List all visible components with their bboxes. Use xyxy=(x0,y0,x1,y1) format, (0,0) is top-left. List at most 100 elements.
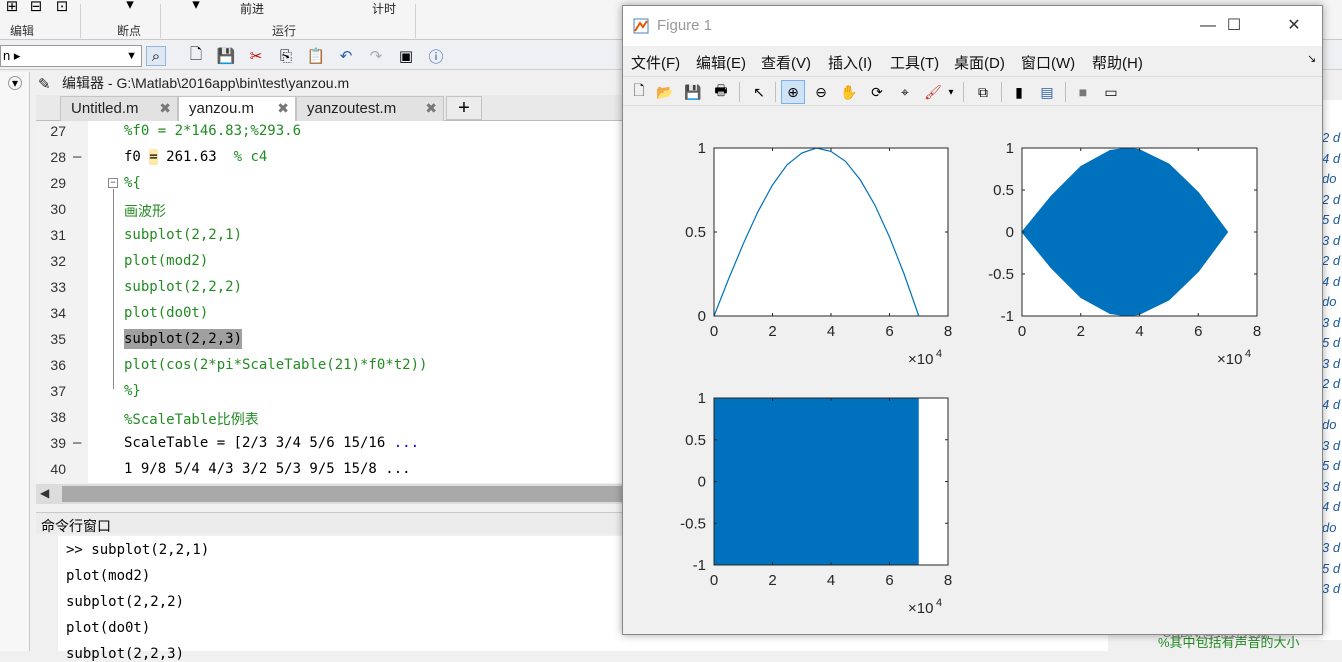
figure-window: Figure 1 — ☐ ✕ 文件(F) 编辑(E) 查看(V) 插入(I) 工… xyxy=(622,5,1323,635)
y-tick-label: 1 xyxy=(698,140,706,157)
pan-hand-icon[interactable]: ✋ xyxy=(837,80,861,104)
save-figure-icon[interactable]: 💾 xyxy=(681,80,705,104)
x-tick-label: 0 xyxy=(710,323,718,340)
redo-icon[interactable]: ↷ xyxy=(366,46,386,66)
tab-label: yanzou.m xyxy=(189,100,255,117)
save-icon[interactable]: 💾 xyxy=(216,46,236,66)
colorbar-icon[interactable]: ▮ xyxy=(1007,80,1031,104)
run-dropdown-icon[interactable]: ▾ xyxy=(186,0,206,14)
code-line: ScaleTable = [2/3 3/4 5/6 15/16 ... xyxy=(124,435,419,451)
menu-help[interactable]: 帮助(H) xyxy=(1092,52,1143,73)
copy-icon[interactable]: ⎘ xyxy=(276,46,296,66)
indent-icon[interactable]: ⊟ xyxy=(26,0,46,16)
doc-line: do xyxy=(1322,171,1337,186)
ribbon-group-edit: 编辑 xyxy=(10,24,35,38)
hide-plot-tools-icon[interactable]: ■ xyxy=(1071,80,1095,104)
code-line: 1 9/8 5/4 4/3 3/2 5/3 9/5 15/8 ... xyxy=(124,461,411,477)
tab-yanzoutest[interactable]: yanzoutest.m ✖ xyxy=(296,96,444,121)
brush-icon[interactable]: 🖌 xyxy=(921,80,945,104)
breakpoints-dropdown-icon[interactable]: ▾ xyxy=(120,0,140,14)
paste-icon[interactable]: 📋 xyxy=(306,46,326,66)
menu-view[interactable]: 查看(V) xyxy=(761,52,811,73)
undo-icon[interactable]: ↶ xyxy=(336,46,356,66)
search-icon[interactable]: ⌕ xyxy=(146,46,166,66)
doc-line: 4 d xyxy=(1322,499,1341,514)
open-file-icon[interactable]: 📂 xyxy=(653,80,677,104)
x-exponent-power: 4 xyxy=(936,597,942,609)
help-icon[interactable]: ⓘ xyxy=(426,46,446,66)
show-plot-tools-icon[interactable]: ▭ xyxy=(1099,80,1123,104)
menu-edit[interactable]: 编辑(E) xyxy=(696,52,746,73)
y-tick-label: -1 xyxy=(1001,308,1014,325)
x-exponent-label: ×10 xyxy=(1217,351,1242,368)
code-text: ScaleTable = [2/3 3/4 5/6 15/16 xyxy=(124,435,394,451)
zoom-out-icon[interactable]: ⊖ xyxy=(809,80,833,104)
new-script-icon[interactable]: 🗋 xyxy=(186,46,206,66)
code-line: plot(do0t) xyxy=(124,305,209,321)
print-icon[interactable]: 🖶 xyxy=(709,80,733,104)
switch-windows-icon[interactable]: ▣ xyxy=(396,46,416,66)
data-cursor-icon[interactable]: ⌖ xyxy=(893,80,917,104)
command-line: >> subplot(2,2,1) xyxy=(66,542,210,558)
legend-icon[interactable]: ▤ xyxy=(1035,80,1059,104)
chevron-down-icon[interactable]: ▼ xyxy=(126,46,137,66)
edit-plot-arrow-icon[interactable]: ↖ xyxy=(747,80,771,104)
series-area xyxy=(714,398,919,565)
breakpoint-marker[interactable]: — xyxy=(73,435,81,451)
code-continuation: ... xyxy=(393,435,420,451)
close-icon[interactable]: ✖ xyxy=(159,100,171,117)
subplots-canvas[interactable]: 0 2 4 6 8×10 400.510 2 4 6 8×10 4-1-0.500.510 2 4 6 8×… xyxy=(623,108,1322,634)
zoom-in-icon[interactable]: ⊕ xyxy=(781,80,805,104)
doc-line: 3 d xyxy=(1322,355,1341,371)
fold-toggle-icon[interactable]: − xyxy=(108,178,118,188)
comment-icon[interactable]: ⊡ xyxy=(52,0,72,16)
x-tick-label: 2 xyxy=(768,323,776,340)
ribbon-separator xyxy=(160,4,161,38)
doc-line: 3 d xyxy=(1322,314,1341,330)
add-tab-button[interactable]: + xyxy=(446,96,482,120)
new-figure-icon[interactable]: 🗋 xyxy=(627,80,651,104)
menu-tools[interactable]: 工具(T) xyxy=(890,52,939,73)
forward-button[interactable]: 前进 xyxy=(240,0,264,17)
doc-line: do xyxy=(1322,417,1337,432)
maximize-icon[interactable]: ☐ xyxy=(1219,14,1249,38)
cut-icon[interactable]: ✂ xyxy=(246,46,266,66)
doc-line: 2 d xyxy=(1322,130,1341,145)
command-line: plot(do0t) xyxy=(66,620,151,636)
code-editor[interactable]: 27 %f0 = 2*146.83;%293.6 28 — f0 = 261.6… xyxy=(36,121,626,483)
doc-line: do xyxy=(1322,294,1337,309)
rotate-3d-icon[interactable]: ⟳ xyxy=(865,80,889,104)
scrollbar-thumb[interactable] xyxy=(62,486,626,502)
ribbon-group-run: 运行 xyxy=(272,24,297,38)
menu-insert[interactable]: 插入(I) xyxy=(828,52,872,73)
editor-icon: ✎ xyxy=(38,76,51,93)
x-tick-label: 0 xyxy=(1018,323,1026,340)
dock-arrow-icon[interactable]: ↘ xyxy=(1307,52,1316,65)
close-icon[interactable]: ✖ xyxy=(425,100,437,117)
menu-file[interactable]: 文件(F) xyxy=(631,52,680,73)
run-and-time-button[interactable]: 计时 xyxy=(372,0,396,17)
menu-window[interactable]: 窗口(W) xyxy=(1021,52,1075,73)
code-line: f0 = 261.63 % c4 xyxy=(124,149,267,165)
close-icon[interactable]: ✕ xyxy=(1279,14,1309,38)
x-exponent-label: ×10 xyxy=(908,351,933,368)
brush-dropdown-icon[interactable]: ▾ xyxy=(945,80,957,104)
breakpoint-marker[interactable]: — xyxy=(73,149,81,165)
editor-horizontal-scrollbar[interactable]: ◀ xyxy=(36,484,626,504)
tab-yanzou[interactable]: yanzou.m ✖ xyxy=(178,96,296,121)
toolbar-separator xyxy=(1065,82,1066,102)
menu-desktop[interactable]: 桌面(D) xyxy=(954,52,1005,73)
scroll-left-icon[interactable]: ◀ xyxy=(40,486,49,500)
tab-untitled[interactable]: Untitled.m ✖ xyxy=(60,96,178,121)
code-line: %} xyxy=(124,383,141,399)
link-plot-icon[interactable]: ⧉ xyxy=(971,80,995,104)
panel-menu-icon[interactable]: ▾ xyxy=(8,76,22,90)
insert-icon[interactable]: ⊞ xyxy=(2,0,22,16)
current-folder-path[interactable]: n ▸ ▼ xyxy=(0,45,142,67)
doc-line: 3 d xyxy=(1322,581,1341,596)
command-line: subplot(2,2,3) xyxy=(66,646,185,662)
x-tick-label: 6 xyxy=(885,323,893,340)
x-tick-label: 8 xyxy=(944,323,952,340)
close-icon[interactable]: ✖ xyxy=(277,100,289,117)
toolbar-separator xyxy=(775,82,776,102)
